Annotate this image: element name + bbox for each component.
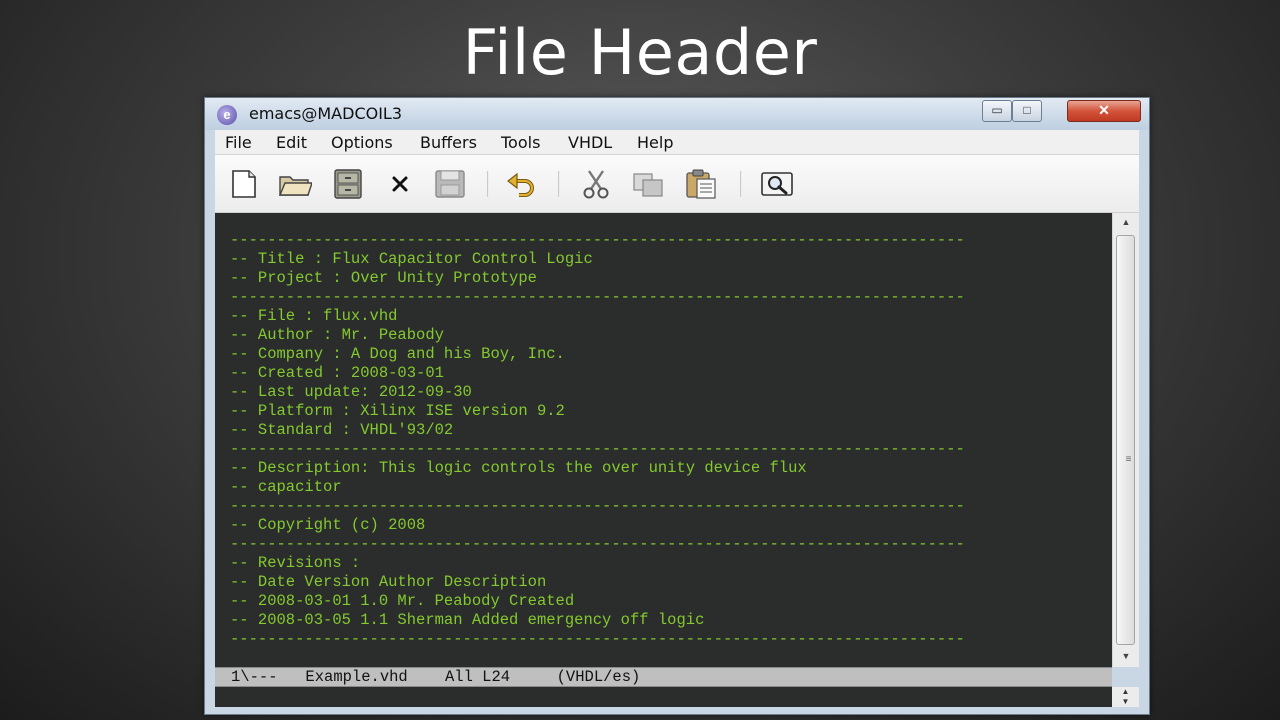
code-line[interactable]: -- Last update: 2012-09-30 (230, 383, 965, 402)
menu-tools[interactable]: Tools (501, 133, 540, 152)
scrollbar-thumb[interactable]: ≡ (1116, 235, 1135, 645)
menu-bar: File Edit Options Buffers Tools VHDL Hel… (215, 130, 1139, 155)
menu-vhdl[interactable]: VHDL (568, 133, 612, 152)
menu-edit[interactable]: Edit (276, 133, 307, 152)
minibuffer[interactable] (215, 687, 1112, 707)
code-line[interactable]: ----------------------------------------… (230, 231, 965, 250)
vertical-scrollbar[interactable]: ▲ ≡ ▼ (1112, 213, 1139, 667)
tool-bar (215, 155, 1139, 213)
toolbar-separator (487, 171, 489, 197)
code-line[interactable]: -- 2008-03-01 1.0 Mr. Peabody Created (230, 592, 965, 611)
code-line[interactable]: -- Created : 2008-03-01 (230, 364, 965, 383)
scroll-up-arrow-icon[interactable]: ▲ (1113, 217, 1139, 227)
paste-icon[interactable] (684, 169, 718, 199)
code-line[interactable]: -- Description: This logic controls the … (230, 459, 965, 478)
modeline-buffer-name: Example.vhd (305, 668, 408, 686)
maximize-button[interactable]: □ (1012, 100, 1042, 122)
editor-buffer[interactable]: ----------------------------------------… (215, 213, 1112, 667)
code-line[interactable]: -- Date Version Author Description (230, 573, 965, 592)
undo-icon[interactable] (505, 169, 539, 199)
menu-help[interactable]: Help (637, 133, 673, 152)
code-line[interactable]: -- Copyright (c) 2008 (230, 516, 965, 535)
code-line[interactable]: ----------------------------------------… (230, 497, 965, 516)
scroll-grip-icon: ≡ (1125, 454, 1132, 465)
code-line[interactable]: -- capacitor (230, 478, 965, 497)
menu-buffers[interactable]: Buffers (420, 133, 477, 152)
code-line[interactable]: -- Author : Mr. Peabody (230, 326, 965, 345)
window-title: emacs@MADCOIL3 (249, 104, 403, 123)
menu-options[interactable]: Options (331, 133, 393, 152)
copy-icon[interactable] (631, 169, 665, 199)
code-line[interactable]: ----------------------------------------… (230, 288, 965, 307)
toolbar-separator (740, 171, 742, 197)
menu-file[interactable]: File (225, 133, 252, 152)
code-line[interactable]: ----------------------------------------… (230, 630, 965, 649)
close-buffer-icon[interactable] (383, 169, 417, 199)
emacs-window: e emacs@MADCOIL3 ▭ □ ✕ File Edit Options… (204, 97, 1150, 715)
modeline-position: All L24 (444, 668, 511, 686)
code-text[interactable]: ----------------------------------------… (230, 231, 965, 649)
code-line[interactable]: -- Company : A Dog and his Boy, Inc. (230, 345, 965, 364)
search-icon[interactable] (760, 169, 794, 199)
cut-icon[interactable] (579, 169, 613, 199)
code-line[interactable]: -- 2008-03-05 1.1 Sherman Added emergenc… (230, 611, 965, 630)
emacs-app-icon[interactable]: e (217, 105, 237, 125)
code-line[interactable]: -- Project : Over Unity Prototype (230, 269, 965, 288)
code-line[interactable]: -- Standard : VHDL'93/02 (230, 421, 965, 440)
code-line[interactable]: -- File : flux.vhd (230, 307, 965, 326)
open-folder-icon[interactable] (278, 169, 312, 199)
title-bar[interactable]: e emacs@MADCOIL3 ▭ □ ✕ (205, 98, 1149, 130)
minimize-button[interactable]: ▭ (982, 100, 1012, 122)
close-button[interactable]: ✕ (1067, 100, 1141, 122)
code-line[interactable]: -- Platform : Xilinx ISE version 9.2 (230, 402, 965, 421)
modeline-status: 1\--- (231, 668, 278, 686)
minibuffer-scroll-icon[interactable]: ▲ ▼ (1112, 687, 1139, 707)
dired-cabinet-icon[interactable] (331, 169, 365, 199)
code-line[interactable]: ----------------------------------------… (230, 440, 965, 459)
code-line[interactable]: -- Revisions : (230, 554, 965, 573)
new-file-icon[interactable] (227, 169, 261, 199)
mode-line[interactable]: 1\--- Example.vhd All L24 (VHDL/es) (215, 667, 1112, 687)
scroll-down-arrow-icon[interactable]: ▼ (1113, 651, 1139, 661)
slide-title: File Header (462, 16, 818, 89)
save-icon[interactable] (433, 169, 467, 199)
toolbar-separator (558, 171, 560, 197)
code-line[interactable]: ----------------------------------------… (230, 535, 965, 554)
code-line[interactable]: -- Title : Flux Capacitor Control Logic (230, 250, 965, 269)
modeline-mode: (VHDL/es) (556, 668, 641, 686)
